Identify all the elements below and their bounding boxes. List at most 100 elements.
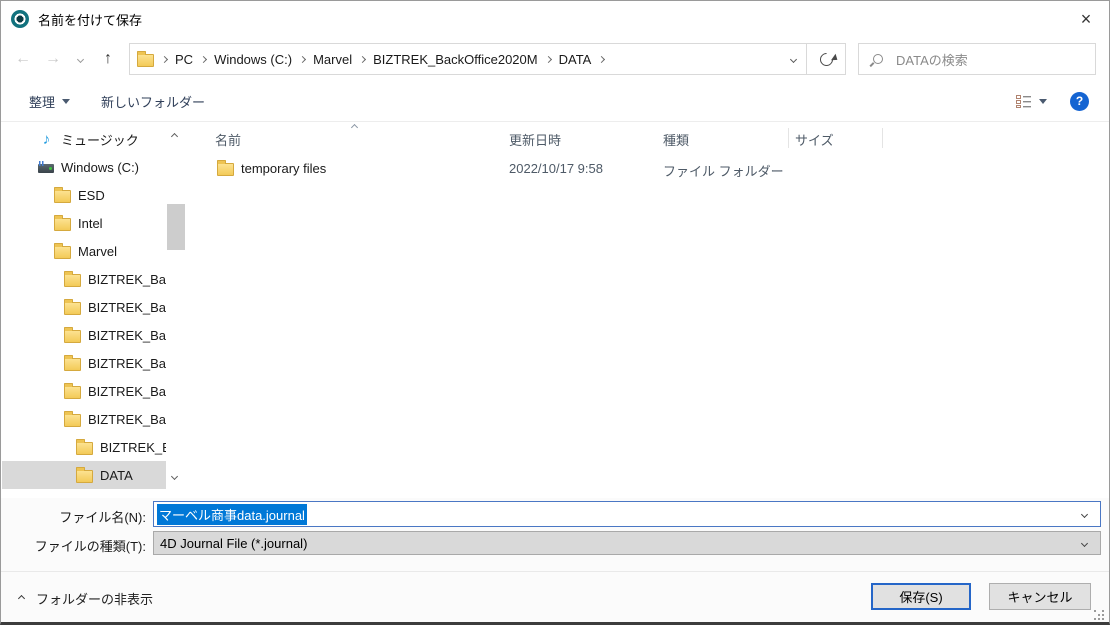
chevron-down-icon[interactable] — [1081, 511, 1088, 518]
sidebar-scrollbar[interactable] — [166, 122, 187, 498]
close-icon[interactable]: × — [1063, 1, 1109, 37]
folder-icon — [64, 386, 81, 399]
sidebar-item[interactable]: Marvel — [2, 237, 166, 265]
sidebar-item-label: ESD — [78, 188, 105, 203]
sidebar-item-label: ミュージック — [61, 130, 139, 149]
sidebar-item[interactable]: ♪ ミュージック — [2, 125, 166, 153]
chevron-right-icon — [200, 55, 207, 62]
chevron-down-icon — [76, 55, 83, 62]
sidebar-item[interactable]: Windows (C:) — [2, 153, 166, 181]
breadcrumb-item[interactable]: Windows (C:) — [207, 52, 299, 67]
folder-icon — [64, 302, 81, 315]
organize-button[interactable]: 整理 — [29, 81, 70, 121]
help-button[interactable]: ? — [1070, 81, 1089, 121]
folder-icon — [76, 470, 93, 483]
folder-icon — [217, 163, 234, 176]
filetype-label: ファイルの種類(T): — [1, 536, 146, 555]
scroll-up-icon[interactable] — [171, 133, 178, 140]
sidebar-item[interactable]: BIZTREK_Back — [2, 349, 166, 377]
refresh-icon — [817, 50, 835, 68]
chevron-right-icon — [161, 55, 168, 62]
music-note-icon: ♪ — [38, 131, 55, 148]
file-date: 2022/10/17 9:58 — [509, 161, 603, 176]
window-title: 名前を付けて保存 — [38, 10, 142, 29]
sidebar: ♪ ミュージック Windows (C:) ESD Intel Marvel BIZTREK… — [2, 122, 200, 498]
column-header[interactable]: 名前 — [215, 130, 241, 149]
scroll-down-icon[interactable] — [171, 473, 178, 480]
sidebar-item[interactable]: BIZTREK_Back — [2, 293, 166, 321]
forward-icon[interactable]: → — [39, 37, 67, 81]
title-bar: 名前を付けて保存 × — [1, 1, 1109, 37]
sidebar-item-label: Marvel — [78, 244, 117, 259]
folder-icon — [64, 274, 81, 287]
folder-icon — [64, 330, 81, 343]
hide-folders-label: フォルダーの非表示 — [36, 589, 153, 608]
filetype-value: 4D Journal File (*.journal) — [160, 536, 307, 551]
file-row[interactable]: temporary files 2022/10/17 9:58 ファイル フォルダー — [201, 155, 1108, 183]
scrollbar-thumb[interactable] — [167, 204, 185, 250]
chevron-down-icon — [62, 99, 70, 104]
filename-input[interactable]: マーベル商事data.journal — [153, 501, 1101, 527]
filename-selected-text: マーベル商事data.journal — [157, 504, 307, 525]
resize-grip[interactable] — [1094, 610, 1106, 622]
chevron-down-icon — [1081, 540, 1088, 547]
folder-icon — [76, 442, 93, 455]
file-type: ファイル フォルダー — [663, 161, 784, 180]
navigation-row: ← → ↑ PC Windows (C:) Marvel BIZTREK_BackOf… — [1, 37, 1109, 81]
command-toolbar: 整理 新しいフォルダー ? — [1, 81, 1109, 122]
folder-icon — [54, 218, 71, 231]
sidebar-item-label: BIZTREK_Back — [88, 300, 166, 315]
history-chevron-icon[interactable] — [71, 37, 89, 81]
refresh-button[interactable] — [806, 44, 845, 74]
list-body: temporary files 2022/10/17 9:58 ファイル フォルダー — [201, 155, 1108, 498]
address-dropdown-button[interactable] — [780, 44, 806, 74]
sidebar-item[interactable]: BIZTREK_Back — [2, 405, 166, 433]
folder-icon — [54, 190, 71, 203]
breadcrumb-item[interactable]: BIZTREK_BackOffice2020M — [366, 52, 545, 67]
sidebar-item[interactable]: ESD — [2, 181, 166, 209]
address-bar[interactable]: PC Windows (C:) Marvel BIZTREK_BackOffice20… — [129, 43, 846, 75]
cancel-button[interactable]: キャンセル — [989, 583, 1091, 610]
column-header[interactable]: 種類 — [663, 130, 689, 149]
drive-icon — [38, 164, 54, 173]
search-input[interactable]: DATAの検索 — [858, 43, 1096, 75]
hide-folders-button[interactable]: フォルダーの非表示 — [19, 589, 153, 608]
footer-bar: フォルダーの非表示 保存(S) キャンセル — [1, 571, 1109, 624]
sidebar-item-label: BIZTREK_Back — [88, 356, 166, 371]
sidebar-item[interactable]: BIZTREK_BC — [2, 433, 166, 461]
column-separator[interactable] — [882, 128, 883, 148]
sidebar-item[interactable]: BIZTREK_Back — [2, 265, 166, 293]
chevron-down-icon — [789, 55, 796, 62]
sidebar-item[interactable]: Intel — [2, 209, 166, 237]
sidebar-item[interactable]: BIZTREK_Back — [2, 377, 166, 405]
sidebar-item[interactable]: DATA — [2, 461, 166, 489]
organize-label: 整理 — [29, 92, 55, 111]
filetype-select[interactable]: 4D Journal File (*.journal) — [153, 531, 1101, 555]
new-folder-label: 新しいフォルダー — [101, 92, 205, 111]
sidebar-item[interactable]: BIZTREK_Back — [2, 321, 166, 349]
column-header[interactable]: 更新日時 — [509, 130, 561, 149]
list-header: 名前 更新日時 種類 サイズ — [201, 122, 1108, 153]
app-4d-icon — [11, 10, 29, 28]
sidebar-item-label: BIZTREK_Back — [88, 384, 166, 399]
save-button[interactable]: 保存(S) — [871, 583, 971, 610]
sidebar-item-label: BIZTREK_BC — [100, 440, 166, 455]
breadcrumb-item[interactable]: DATA — [552, 52, 599, 67]
file-name: temporary files — [241, 161, 326, 176]
sidebar-item-label: Intel — [78, 216, 103, 231]
chevron-down-icon — [1039, 99, 1047, 104]
column-separator[interactable] — [788, 128, 789, 148]
back-icon[interactable]: ← — [9, 37, 37, 81]
up-icon[interactable]: ↑ — [93, 37, 123, 81]
breadcrumb-item[interactable]: Marvel — [306, 52, 359, 67]
save-as-dialog: 名前を付けて保存 × ← → ↑ PC Windows (C:) Marvel BIZ… — [0, 0, 1110, 625]
sidebar-item-label: Windows (C:) — [61, 160, 139, 175]
bottom-panel: ファイル名(N): マーベル商事data.journal ファイルの種類(T):… — [1, 498, 1109, 622]
new-folder-button[interactable]: 新しいフォルダー — [101, 81, 205, 121]
search-icon — [873, 54, 883, 64]
column-header[interactable]: サイズ — [795, 130, 834, 149]
filename-label: ファイル名(N): — [1, 507, 146, 526]
search-placeholder: DATAの検索 — [896, 50, 968, 69]
change-view-button[interactable] — [1016, 81, 1047, 121]
breadcrumb-item[interactable]: PC — [168, 52, 200, 67]
